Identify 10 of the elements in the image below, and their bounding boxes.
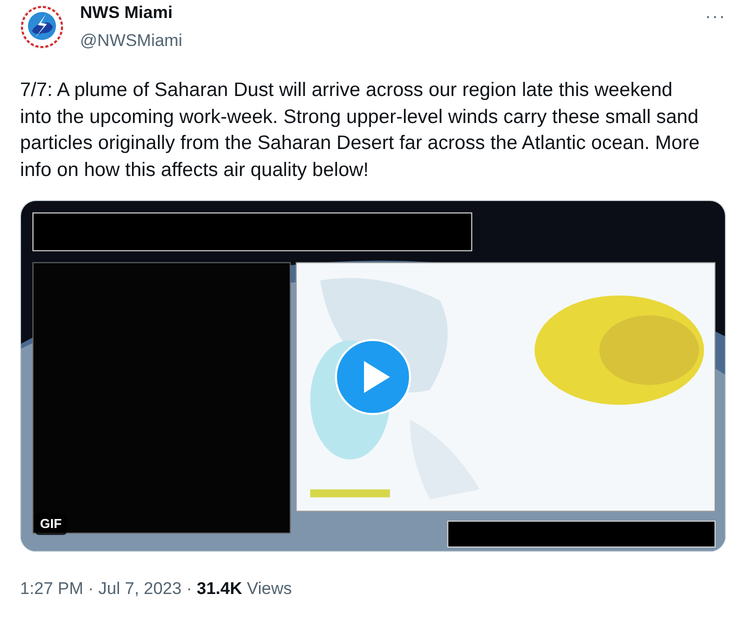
tweet-text: 7/7: A plume of Saharan Dust will arrive across our region late this weekend into the upcoming work-week. Strong upper-level winds carry these small sand particles originally from the Saharan Desert far across the Atlantic ocean. More info on how this affects air quality below!: [20, 78, 700, 182]
timestamp-link[interactable]: 1:27 PM · Jul 7, 2023: [20, 579, 182, 598]
more-menu-button[interactable]: ···: [703, 7, 728, 25]
gif-badge: GIF: [35, 513, 67, 534]
separator-dot: ·: [186, 579, 192, 598]
author-handle[interactable]: @NWSMiami: [80, 31, 704, 51]
author-name[interactable]: NWS Miami: [80, 3, 704, 23]
play-button[interactable]: [335, 339, 411, 415]
avatar-logo-icon[interactable]: [20, 5, 64, 49]
view-count: 31.4K Views: [196, 579, 292, 598]
